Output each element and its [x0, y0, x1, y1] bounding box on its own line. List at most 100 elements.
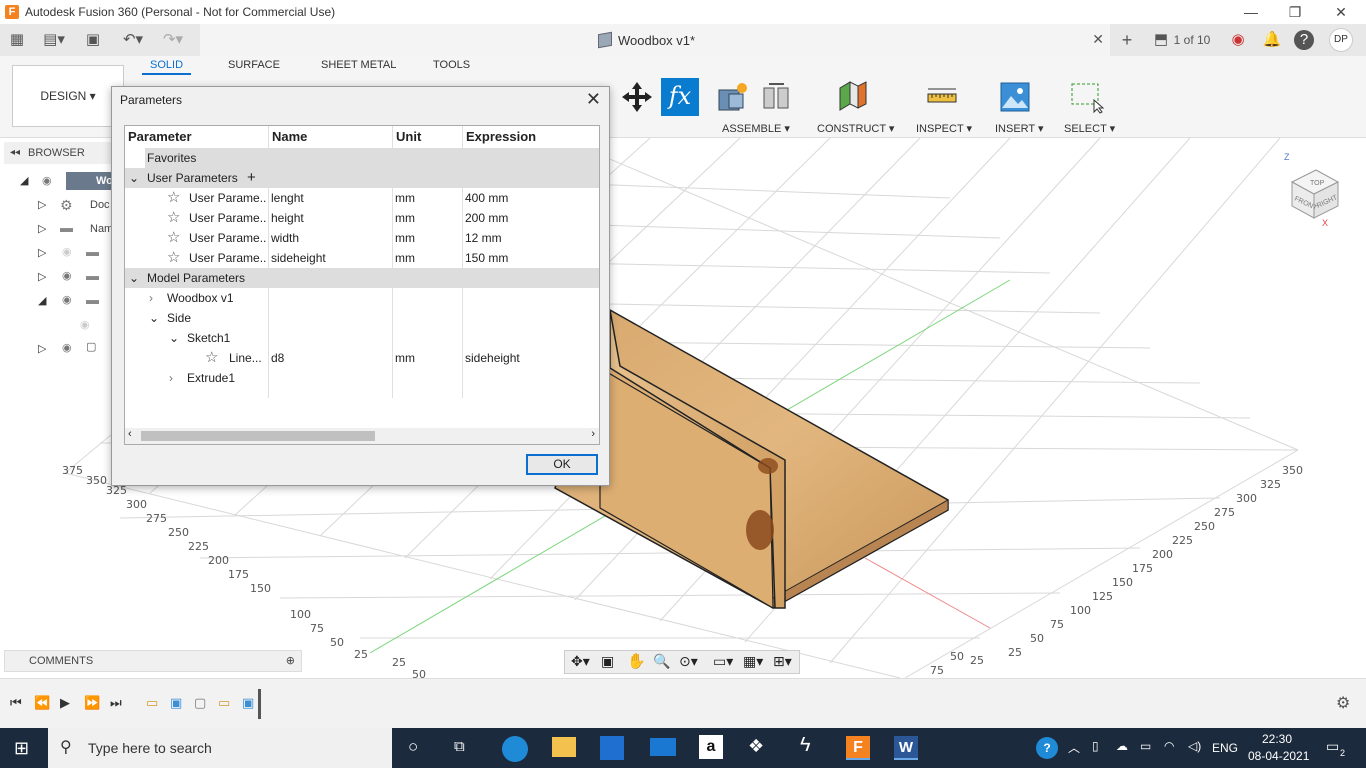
visibility-icon[interactable]: ◉ — [42, 174, 52, 187]
version-label[interactable]: 1 of 10 — [1172, 30, 1212, 50]
name-cell[interactable]: height — [271, 208, 304, 228]
play-icon[interactable]: ▶ — [60, 695, 70, 711]
cortana-icon[interactable]: ○ — [408, 737, 418, 757]
expand-toggle[interactable]: ▷ — [38, 342, 46, 355]
view-cube[interactable]: TOP FRONT RIGHT Z X — [1278, 152, 1348, 232]
language-indicator[interactable]: ENG — [1212, 741, 1238, 755]
column-header[interactable]: Unit — [396, 126, 421, 148]
expression-cell[interactable]: 200 mm — [465, 208, 508, 228]
name-cell[interactable]: width — [271, 228, 299, 248]
insert-menu[interactable]: INSERT ▾ — [995, 122, 1044, 135]
close-button[interactable]: ✕ — [1318, 0, 1364, 24]
tab-solid[interactable]: SOLID — [142, 59, 192, 75]
dialog-close-icon[interactable]: ✕ — [586, 89, 601, 110]
chevron-down-icon[interactable]: ⌄ — [169, 328, 179, 348]
clock-date[interactable]: 08-04-2021 — [1248, 749, 1309, 763]
cloud-icon[interactable]: ☁ — [1116, 739, 1128, 753]
name-cell[interactable]: d8 — [271, 348, 284, 368]
orbit-icon[interactable]: ✥▾ — [571, 653, 590, 670]
new-tab-button[interactable]: + — [1116, 30, 1138, 50]
clock-time[interactable]: 22:30 — [1262, 732, 1292, 746]
insert-image-icon[interactable] — [1000, 82, 1030, 112]
chevron-down-icon[interactable]: ⌄ — [129, 168, 139, 188]
chevron-right-icon[interactable]: › — [169, 368, 173, 388]
hidden-visibility-icon[interactable]: ◉ — [80, 318, 90, 331]
task-view-icon[interactable]: ⧉ — [454, 738, 465, 755]
tab-tools[interactable]: TOOLS — [433, 59, 470, 75]
zoom-icon[interactable]: 🔍 — [653, 653, 670, 670]
windows-start-icon[interactable]: ⊞ — [14, 738, 29, 759]
save-icon[interactable]: ▣ — [84, 30, 102, 50]
go-to-start-icon[interactable]: ⏮ — [10, 695, 22, 711]
expression-cell[interactable]: sideheight — [465, 348, 520, 368]
joint-icon[interactable] — [760, 80, 794, 114]
redo-icon[interactable]: ↷▾ — [158, 30, 188, 50]
assemble-menu[interactable]: ASSEMBLE ▾ — [722, 122, 790, 135]
taskbar-search-box[interactable]: ⚲ Type here to search — [48, 728, 392, 768]
tab-sheet-metal[interactable]: SHEET METAL — [321, 59, 396, 75]
store-icon[interactable] — [600, 736, 624, 760]
battery-icon[interactable]: ▯ — [1092, 739, 1099, 753]
visibility-icon[interactable]: ◉ — [62, 293, 72, 306]
expand-toggle[interactable]: ▷ — [38, 246, 46, 259]
add-comment-icon[interactable]: ⊕ — [286, 651, 295, 671]
maximize-button[interactable]: ❐ — [1272, 0, 1318, 24]
select-menu[interactable]: SELECT ▾ — [1064, 122, 1115, 135]
window-select-icon[interactable] — [1070, 82, 1106, 114]
timeline-extrude-icon[interactable]: ▣ — [242, 695, 254, 711]
add-parameter-icon[interactable]: + — [247, 168, 256, 188]
table-row[interactable]: ☆ User Parame... height mm 200 mm — [125, 208, 599, 228]
visibility-icon[interactable]: ◉ — [62, 269, 72, 282]
fit-icon[interactable]: ⊙▾ — [679, 653, 698, 670]
expression-cell[interactable]: 400 mm — [465, 188, 508, 208]
design-workspace-button[interactable]: DESIGN ▾ — [12, 65, 124, 127]
column-header[interactable]: Name — [272, 126, 307, 148]
new-component-icon[interactable] — [716, 80, 750, 114]
go-to-end-icon[interactable]: ⏭ — [110, 695, 122, 711]
model-parameters-section-row[interactable]: ⌄ Model Parameters — [125, 268, 599, 288]
name-cell[interactable]: sideheight — [271, 248, 326, 268]
expand-toggle[interactable]: ▷ — [38, 198, 46, 211]
sway-icon[interactable]: ϟ — [800, 734, 811, 757]
unit-cell[interactable]: mm — [395, 248, 415, 268]
close-tab-button[interactable]: ✕ — [1092, 31, 1104, 48]
tree-row[interactable]: ⌄ Side — [125, 308, 599, 328]
app-grid-icon[interactable]: ▦ — [8, 30, 26, 50]
table-row[interactable]: ☆ User Parame... sideheight mm 150 mm — [125, 248, 599, 268]
viewports-icon[interactable]: ⊞▾ — [773, 653, 792, 670]
expression-cell[interactable]: 12 mm — [465, 228, 502, 248]
unit-cell[interactable]: mm — [395, 348, 415, 368]
document-tab[interactable]: Woodbox v1* ✕ — [200, 24, 1110, 56]
favorite-star-icon[interactable]: ☆ — [167, 228, 180, 248]
timeline-marker[interactable] — [258, 689, 261, 719]
favorites-section-row[interactable]: Favorites — [145, 148, 599, 168]
scroll-left-icon[interactable]: ‹ — [128, 428, 132, 440]
timeline-body-icon[interactable]: ▢ — [194, 695, 206, 711]
help-tray-icon[interactable]: ? — [1036, 737, 1058, 759]
chevron-down-icon[interactable]: ⌄ — [149, 308, 159, 328]
minimize-button[interactable]: — — [1228, 0, 1274, 24]
undo-icon[interactable]: ↶▾ — [118, 30, 148, 50]
help-icon[interactable]: ? — [1294, 30, 1314, 50]
expression-cell[interactable]: 150 mm — [465, 248, 508, 268]
construct-menu[interactable]: CONSTRUCT ▾ — [817, 122, 894, 135]
volume-icon[interactable]: ◁) — [1188, 739, 1201, 753]
step-back-icon[interactable]: ⏪ — [34, 695, 50, 711]
timeline-sketch-icon[interactable]: ▭ — [218, 695, 230, 711]
wifi-icon[interactable]: ◠ — [1164, 739, 1174, 753]
user-parameters-section-row[interactable]: ⌄ User Parameters + — [125, 168, 599, 188]
tree-row[interactable]: › Woodbox v1 — [125, 288, 599, 308]
expand-toggle[interactable]: ▷ — [38, 270, 46, 283]
favorite-star-icon[interactable]: ☆ — [167, 208, 180, 228]
browser-item-named-views[interactable]: Nam — [90, 223, 113, 235]
chevron-up-icon[interactable]: ︿ — [1068, 739, 1080, 756]
visibility-icon[interactable]: ◉ — [62, 341, 72, 354]
file-explorer-icon[interactable] — [552, 737, 576, 757]
grid-settings-icon[interactable]: ▦▾ — [743, 653, 763, 670]
unit-cell[interactable]: mm — [395, 228, 415, 248]
woodbox-model[interactable] — [554, 308, 949, 610]
measure-icon[interactable] — [926, 84, 958, 110]
favorite-star-icon[interactable]: ☆ — [167, 248, 180, 268]
favorite-star-icon[interactable]: ☆ — [167, 188, 180, 208]
chevron-down-icon[interactable]: ⌄ — [129, 268, 139, 288]
